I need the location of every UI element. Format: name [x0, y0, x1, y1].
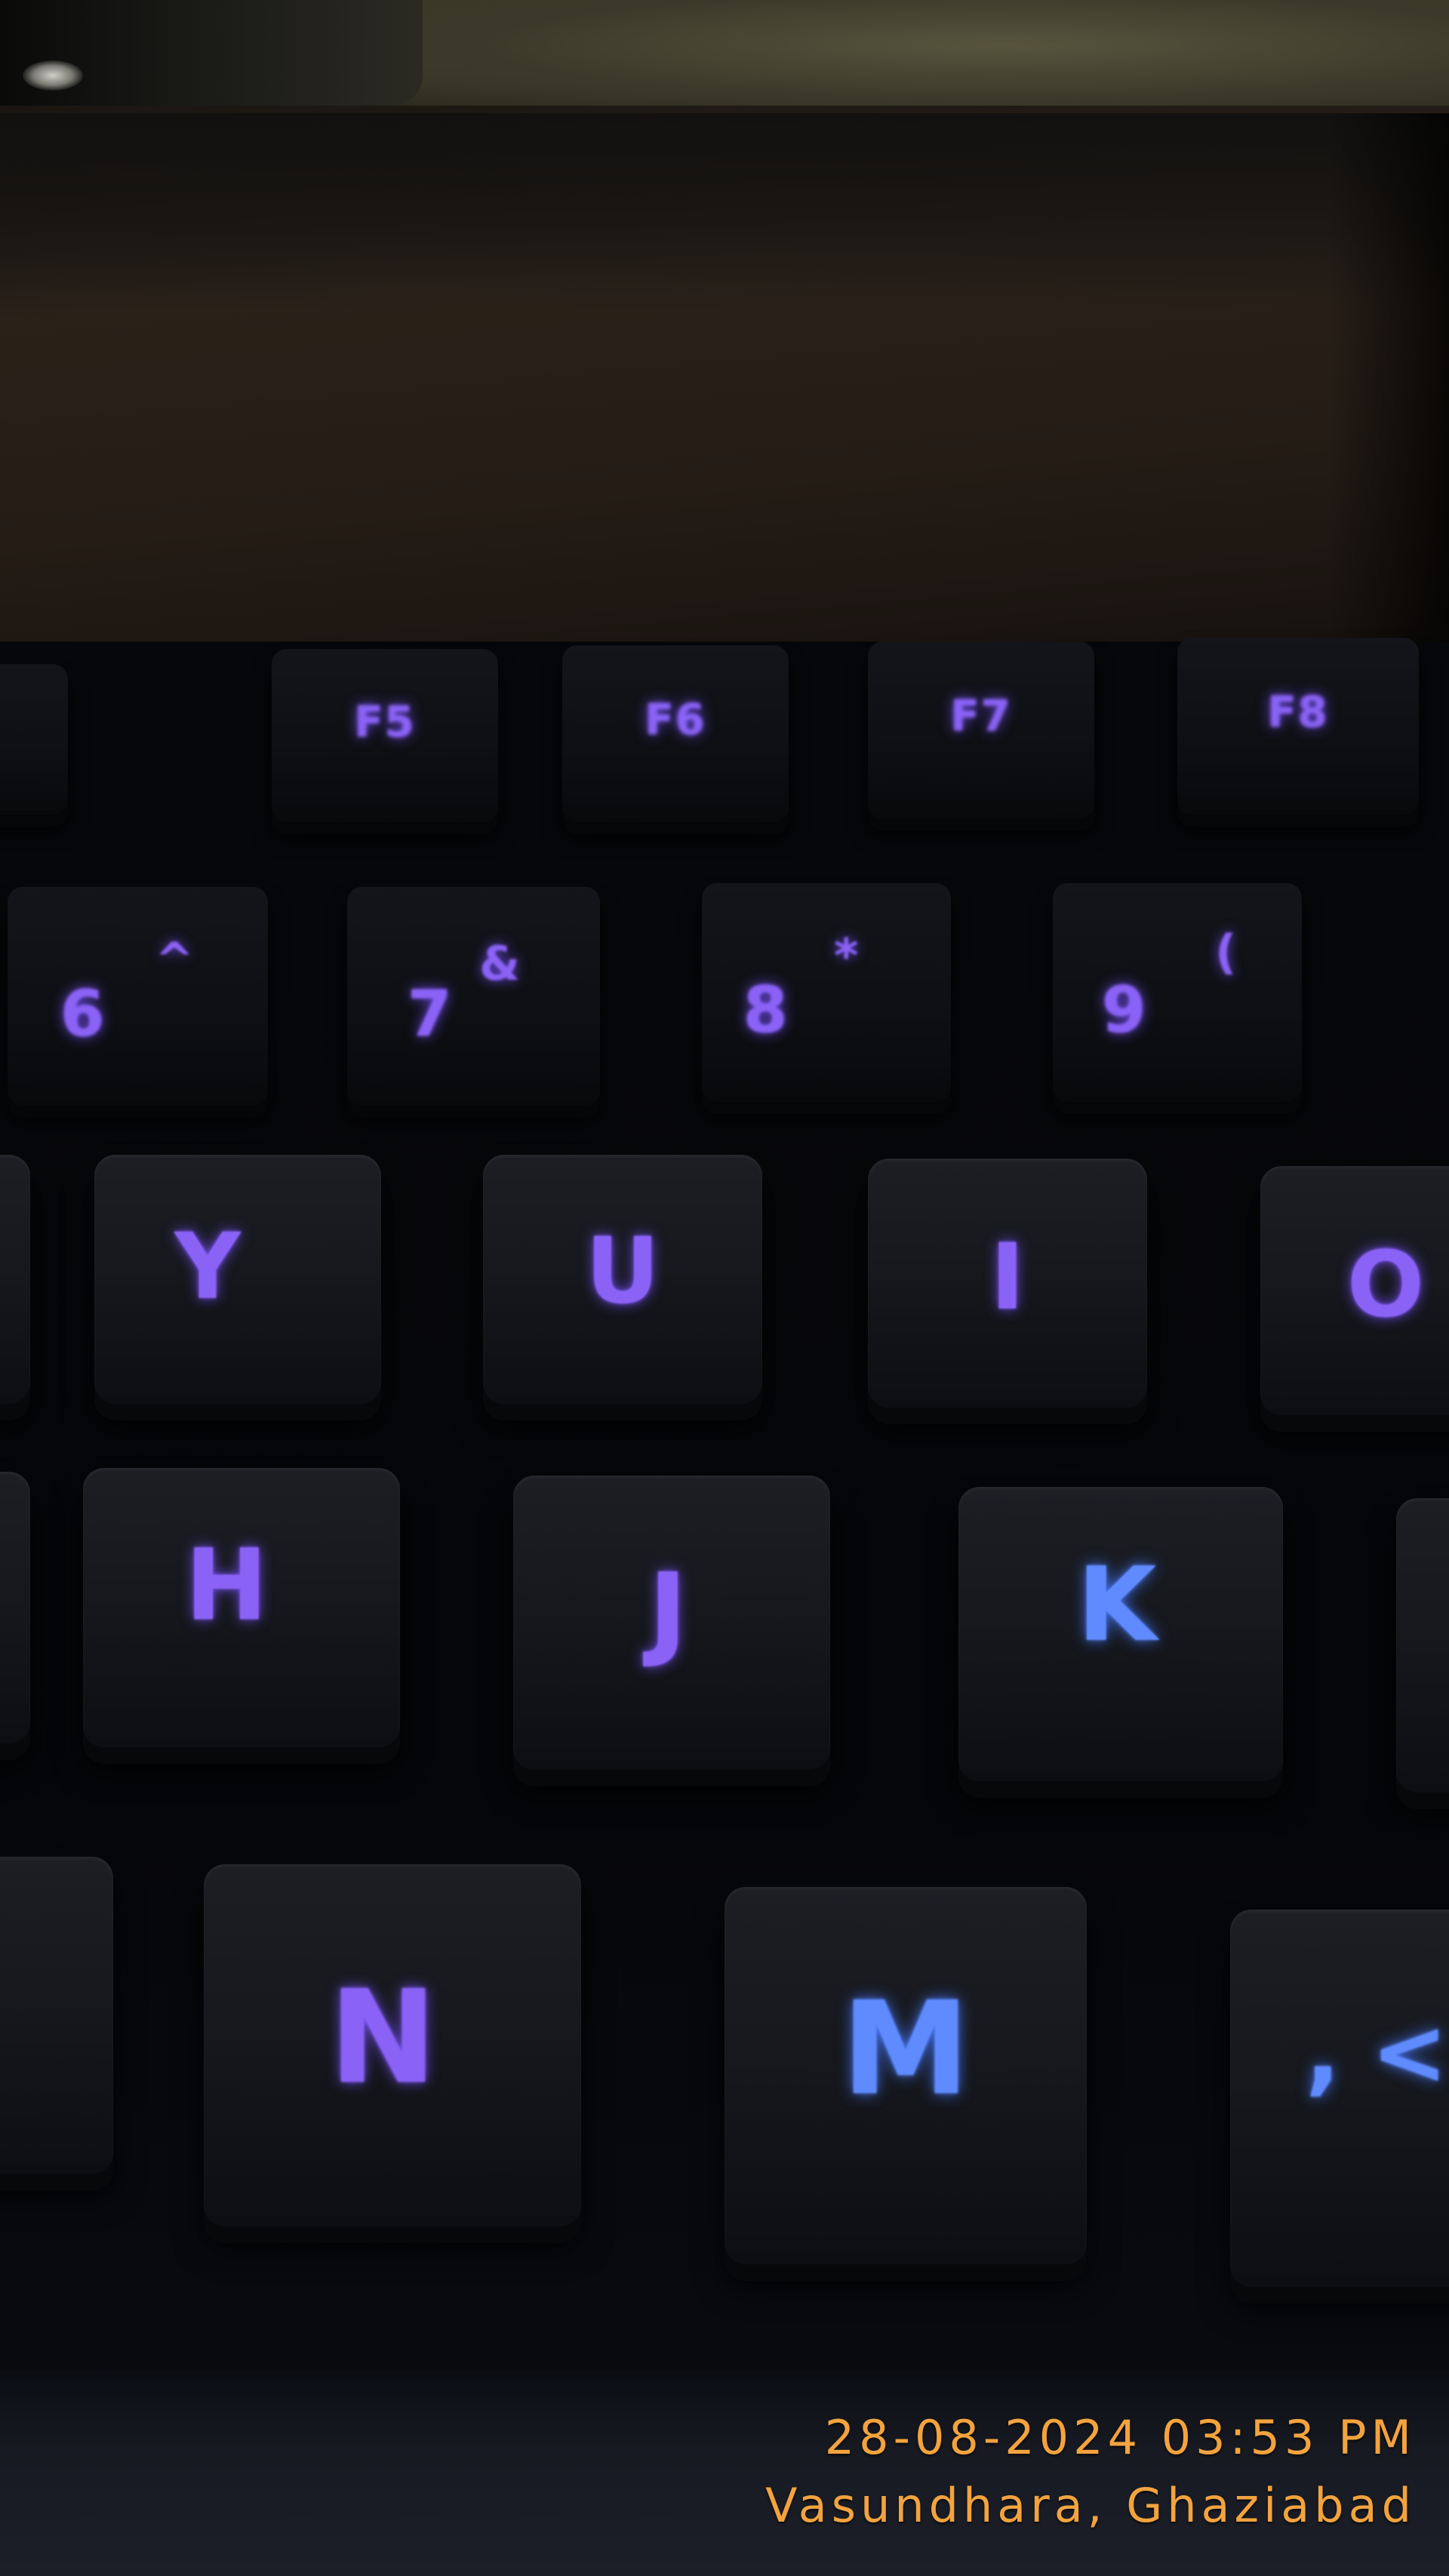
key-n: N [204, 1864, 581, 2227]
key-7: 7 & [347, 887, 600, 1106]
background-light [332, 0, 1449, 113]
desk-shadow [0, 113, 1449, 309]
key-label: 6 [60, 977, 105, 1051]
key-f7: F7 [868, 642, 1094, 819]
key-label: J [648, 1551, 688, 1670]
key-partial-left [0, 1857, 113, 2174]
key-y: Y [94, 1155, 381, 1404]
key-partial-left [0, 1472, 30, 1743]
key-partial-left [0, 1155, 30, 1404]
key-k: K [958, 1487, 1283, 1781]
key-label: 8 [743, 973, 788, 1048]
key-shift-label: & [479, 936, 521, 991]
key-label: 9 [1102, 973, 1146, 1048]
key-m: M [724, 1887, 1087, 2264]
photo-scene: F5 F6 F7 F8 6 ^ 7 & 8 * 9 ( Y U I O H J … [0, 0, 1449, 2576]
key-6: 6 ^ [8, 887, 268, 1106]
key-label: Y [174, 1214, 241, 1319]
key-label: F7 [950, 691, 1012, 741]
top-object [0, 0, 423, 106]
key-partial-left [0, 664, 68, 815]
desk-edge-shadow [1328, 113, 1449, 687]
key-label: F6 [645, 695, 706, 745]
key-label: H [185, 1528, 268, 1643]
key-f5: F5 [272, 649, 498, 823]
timestamp-datetime: 28-08-2024 03:53 PM [824, 2410, 1416, 2465]
key-label: U [586, 1219, 660, 1325]
photo-timestamp-overlay: 28-08-2024 03:53 PM Vasundhara, Ghaziaba… [765, 2404, 1416, 2540]
key-label: M [841, 1974, 970, 2124]
key-label: N [329, 1963, 437, 2113]
key-partial-right [1396, 1498, 1449, 1793]
key-i: I [868, 1159, 1147, 1408]
key-shift-label: * [834, 928, 859, 983]
key-f8: F8 [1177, 638, 1419, 815]
key-8: 8 * [702, 883, 951, 1102]
key-h: H [83, 1468, 400, 1747]
key-o: O [1260, 1166, 1449, 1415]
key-j: J [513, 1476, 830, 1770]
key-label: , < [1306, 2000, 1447, 2106]
key-label: 7 [408, 977, 452, 1051]
key-label: F8 [1267, 688, 1329, 737]
key-shift-label: ^ [155, 932, 194, 987]
key-9: 9 ( [1053, 883, 1302, 1102]
key-f6: F6 [562, 645, 789, 823]
light-reflection [23, 60, 83, 91]
key-label: F5 [354, 697, 416, 747]
key-label: I [990, 1225, 1025, 1331]
key-label: K [1077, 1545, 1157, 1664]
key-shift-label: ( [1215, 925, 1237, 980]
timestamp-location: Vasundhara, Ghaziabad [765, 2478, 1416, 2533]
key-comma: , < [1230, 1910, 1449, 2287]
key-label: O [1347, 1233, 1425, 1338]
key-u: U [483, 1155, 762, 1404]
